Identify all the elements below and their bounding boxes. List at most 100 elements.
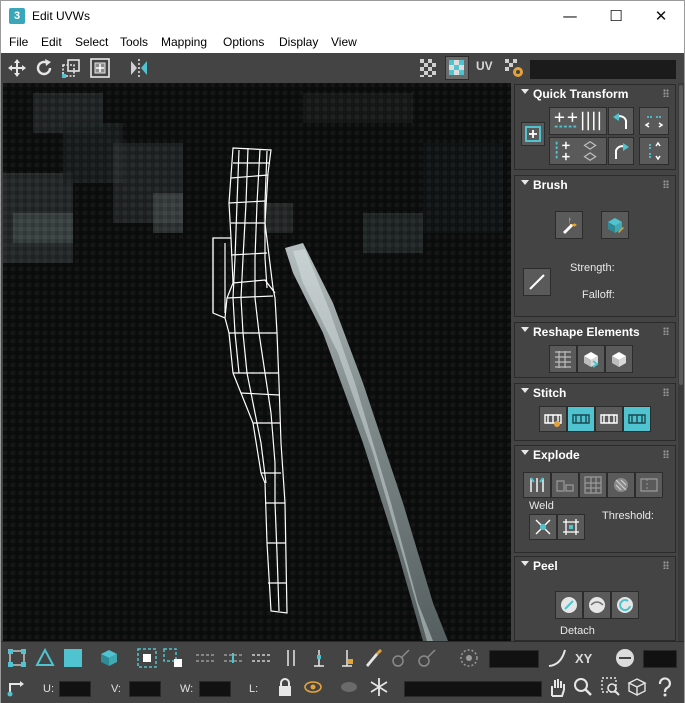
paint-move-button[interactable] (555, 211, 583, 239)
quick-peel-button[interactable] (555, 591, 583, 619)
rotate-icon[interactable] (32, 56, 56, 80)
zoom-region-icon[interactable] (599, 675, 623, 699)
uv-space-label[interactable]: UV (476, 59, 493, 73)
move-icon[interactable] (5, 56, 29, 80)
freeze-icon[interactable] (367, 675, 391, 699)
stitch-to-average-button[interactable] (595, 406, 623, 432)
u-label: U: (43, 683, 54, 695)
explode-header[interactable]: Explode (515, 446, 675, 464)
mirror-icon[interactable] (127, 56, 151, 80)
edge-loop-icon[interactable] (249, 646, 273, 670)
u-field[interactable] (59, 681, 91, 697)
explode-to-islands-button[interactable] (551, 472, 579, 498)
select-by-element-icon[interactable] (335, 646, 359, 670)
peel-rollout: Peel Detach (514, 556, 676, 641)
menu-select[interactable]: Select (75, 35, 108, 49)
explode-by-smoothing-button[interactable] (579, 472, 607, 498)
rotate-ccw-button[interactable] (608, 107, 634, 135)
hide-icon[interactable] (301, 675, 325, 699)
rollout-scrollbar-thumb[interactable] (679, 85, 683, 385)
menu-options[interactable]: Options (223, 35, 264, 49)
select-by-face-icon[interactable] (307, 646, 331, 670)
edge-select-icon[interactable] (33, 646, 57, 670)
v-field[interactable] (129, 681, 161, 697)
pelt-map-button[interactable] (583, 591, 611, 619)
pan-hand-icon[interactable] (545, 675, 569, 699)
vertex-select-icon[interactable] (5, 646, 29, 670)
stitch-to-source-button[interactable] (567, 406, 595, 432)
straighten-selection-button[interactable] (549, 345, 577, 373)
stitch-to-target-button[interactable] (623, 406, 651, 432)
falloff-curve-button[interactable] (523, 268, 551, 296)
ring-select-icon[interactable] (221, 646, 245, 670)
uv-editor-viewport[interactable] (3, 83, 511, 641)
paint-select-icon[interactable] (361, 646, 385, 670)
checker-map-icon[interactable] (417, 56, 441, 80)
falloff-curve-icon[interactable] (545, 646, 569, 670)
align-horizontal-button[interactable] (549, 107, 607, 135)
menu-view[interactable]: View (331, 35, 357, 49)
quick-transform-rollout: Quick Transform (514, 84, 676, 170)
spread-horizontal-button[interactable] (639, 107, 669, 135)
explode-by-material-button[interactable] (607, 472, 635, 498)
brush-header[interactable]: Brush (515, 176, 675, 194)
relax-button[interactable] (605, 345, 633, 373)
align-vertical-button[interactable] (549, 137, 607, 165)
reset-peel-button[interactable] (611, 591, 639, 619)
weld-selected-button[interactable] (529, 514, 557, 540)
menu-tools[interactable]: Tools (120, 35, 148, 49)
help-icon[interactable] (653, 675, 677, 699)
grip-icon (663, 327, 669, 335)
weld-all-button[interactable] (557, 514, 585, 540)
scale-icon[interactable] (59, 56, 83, 80)
stitch-header[interactable]: Stitch (515, 384, 675, 402)
paint-select-grow-icon[interactable] (389, 646, 413, 670)
shrink-selection-icon[interactable] (161, 646, 185, 670)
map-dropdown[interactable] (530, 60, 676, 79)
polygon-select-icon[interactable] (61, 646, 85, 670)
set-pivot-button[interactable] (521, 122, 545, 146)
absolute-offset-icon[interactable] (5, 675, 29, 699)
texture-map-icon[interactable] (445, 56, 469, 80)
relax-brush-button[interactable] (601, 211, 629, 239)
spread-vertical-button[interactable] (639, 137, 669, 165)
close-button[interactable]: ✕ (638, 1, 684, 31)
brush-rollout: Brush Strength: Falloff: (514, 175, 676, 317)
reshape-elements-rollout: Reshape Elements (514, 322, 676, 378)
explode-by-polygroup-button[interactable] (635, 472, 663, 498)
menu-edit[interactable]: Edit (41, 35, 62, 49)
menu-display[interactable]: Display (279, 35, 318, 49)
show-icon[interactable] (337, 675, 361, 699)
detach-label: Detach (560, 625, 595, 637)
lock-soft-selection-icon[interactable] (613, 646, 637, 670)
zoom-extents-icon[interactable] (625, 675, 649, 699)
paint-select-shrink-icon[interactable] (415, 646, 439, 670)
selection-set-field[interactable] (404, 681, 542, 697)
grow-selection-icon[interactable] (135, 646, 159, 670)
lock-icon[interactable] (273, 675, 297, 699)
reshape-elements-header[interactable]: Reshape Elements (515, 323, 675, 341)
xy-axis-label[interactable]: XY (575, 651, 592, 666)
break-button[interactable] (523, 472, 551, 498)
soft-selection-icon[interactable] (457, 646, 481, 670)
relax-until-flat-button[interactable] (577, 345, 605, 373)
uv-canvas[interactable] (3, 83, 511, 641)
menu-file[interactable]: File (9, 35, 28, 49)
loop-select-icon[interactable] (193, 646, 217, 670)
weld-label: Weld (529, 500, 554, 512)
stitch-custom-button[interactable] (539, 406, 567, 432)
options-gear-icon[interactable] (502, 56, 526, 80)
minimize-button[interactable]: — (547, 1, 593, 31)
rotate-cw-button[interactable] (608, 137, 634, 165)
menu-mapping[interactable]: Mapping (161, 35, 207, 49)
soft-selection-value-field[interactable] (489, 650, 539, 668)
quick-transform-header[interactable]: Quick Transform (515, 85, 675, 103)
point-to-point-icon[interactable] (279, 646, 303, 670)
pixel-snap-field[interactable] (643, 650, 677, 668)
maximize-button[interactable]: ☐ (593, 1, 639, 31)
peel-header[interactable]: Peel (515, 557, 675, 575)
zoom-icon[interactable] (571, 675, 595, 699)
w-field[interactable] (199, 681, 231, 697)
element-select-icon[interactable] (97, 646, 121, 670)
freeform-icon[interactable] (88, 56, 112, 80)
